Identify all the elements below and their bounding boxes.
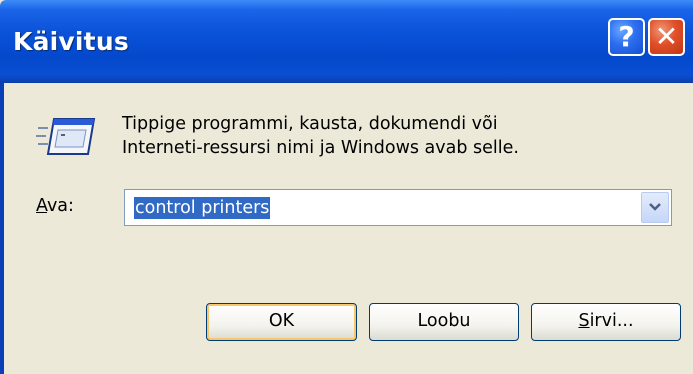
instruction-line-1: Tippige programmi, kausta, dokumendi või	[122, 114, 498, 134]
open-label: Ava:	[36, 196, 74, 216]
run-icon	[36, 116, 96, 162]
window-frame-left	[0, 83, 4, 374]
title-bar[interactable]: Käivitus ? ✕	[0, 0, 693, 83]
browse-label: irvi...	[589, 311, 634, 331]
browse-button[interactable]: Sirvi...	[531, 303, 681, 341]
browse-accelerator: S	[578, 311, 590, 331]
open-combobox[interactable]: control printers	[124, 189, 672, 226]
chevron-down-icon	[649, 203, 661, 211]
open-label-accelerator: A	[36, 196, 47, 216]
help-button[interactable]: ?	[608, 18, 645, 56]
instruction-text: Tippige programmi, kausta, dokumendi või…	[122, 112, 519, 160]
open-label-text: va:	[46, 196, 74, 216]
window-title: Käivitus	[13, 27, 129, 56]
cancel-button[interactable]: Loobu	[369, 303, 519, 341]
close-button[interactable]: ✕	[648, 18, 685, 56]
instruction-line-2: Interneti-ressursi nimi ja Windows avab …	[122, 138, 519, 158]
ok-button[interactable]: OK	[206, 303, 357, 341]
close-icon: ✕	[654, 20, 679, 53]
dropdown-button[interactable]	[641, 192, 669, 223]
open-input[interactable]: control printers	[134, 197, 271, 219]
help-icon: ?	[618, 20, 635, 53]
